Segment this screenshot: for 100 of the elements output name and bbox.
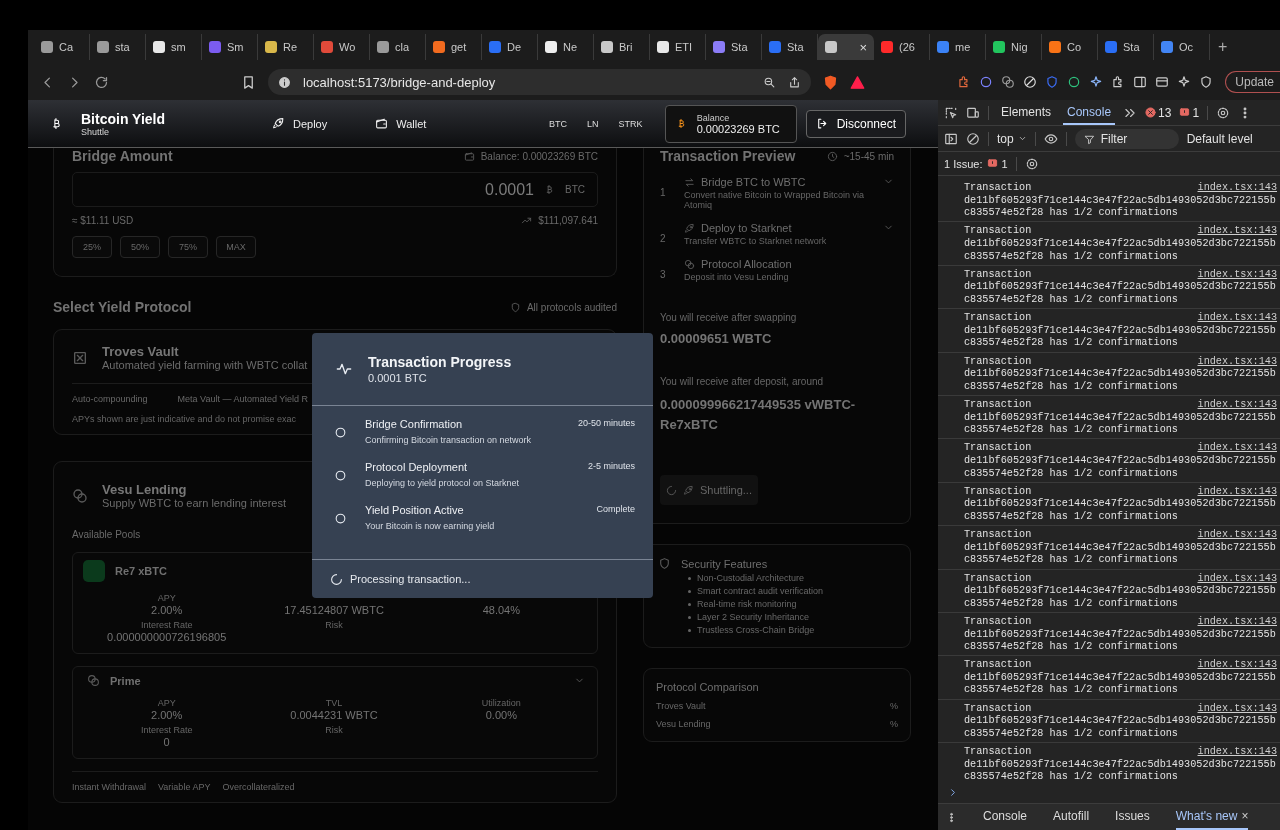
step-time: 20-50 minutes	[577, 418, 635, 428]
stat-label: Utilization	[481, 698, 521, 709]
stat-value: 0.0044231 WBTC	[290, 709, 378, 721]
dialog-amount: 0.0001 BTC	[368, 372, 428, 384]
console-message: de11bf605293f71ce144c3e47f22ac5db1493052d3bc722155bc835574e52f28 has 1/2 confirmations	[964, 281, 1276, 307]
console-message: Transaction	[964, 529, 1032, 542]
app-subtitle: Shuttle	[81, 126, 111, 137]
protocol-value: %	[890, 719, 898, 729]
stat-value: 2.00%	[151, 604, 183, 616]
console-message: Transaction	[964, 702, 1032, 715]
section-title: Select Yield Protocol	[53, 299, 192, 315]
console-message: Transaction	[964, 268, 1032, 281]
feature-tag: Variable APY	[158, 782, 211, 792]
stat-label: TVL	[325, 698, 343, 709]
step-title: Yield Position Active	[365, 504, 465, 516]
step-time: Complete	[596, 504, 635, 514]
step-title: Protocol Allocation	[701, 258, 792, 270]
feature-tag: Instant Withdrawal	[72, 782, 147, 792]
receive-amount: 0.000099966217449535 vWBTC-Re7xBTC	[660, 396, 857, 434]
stat-value: 48.04%	[482, 604, 520, 616]
console-message: de11bf605293f71ce144c3e47f22ac5db1493052d3bc722155bc835574e52f28 has 1/2 confirmations	[964, 671, 1276, 698]
feature-tag: Overcollateralized	[222, 782, 295, 792]
step-description: Deploying to yield protocol on Starknet	[365, 478, 521, 488]
feature-text: Non-Custodial Architecture	[697, 573, 805, 583]
receive-label: You will receive after deposit, around	[660, 376, 825, 387]
console-message: Transaction	[964, 442, 1032, 455]
step-description: Convert native Bitcoin to Wrapped Bitcoin via Atomiq	[684, 190, 865, 210]
stat-label: APY	[157, 593, 176, 604]
console-message: Transaction	[964, 485, 1032, 498]
console-message: de11bf605293f71ce144c3e47f22ac5db1493052d3bc722155bc835574e52f28 has 1/2 confirmations	[964, 628, 1276, 654]
console-message: de11bf605293f71ce144c3e47f22ac5db1493052d3bc722155bc835574e52f28 has 1/2 confirmations	[964, 368, 1276, 394]
app-title: Bitcoin Yield	[81, 110, 165, 127]
step-description: Confirming Bitcoin transaction on network	[365, 435, 533, 445]
protocol-name: Troves Vault	[656, 701, 706, 711]
protocol-name: Vesu Lending	[656, 719, 711, 729]
console-message: Transaction	[964, 312, 1032, 325]
protocol-title: Troves Vault	[102, 344, 180, 359]
step-title: Bridge BTC to WBTC	[701, 176, 806, 188]
disclaimer-text: APYs shown are just indicative and do not promise exac	[72, 414, 297, 424]
stat-label: Risk	[325, 725, 343, 736]
protocol-description: Supply WBTC to earn lending interest	[102, 497, 287, 509]
console-message: Transaction	[964, 659, 1032, 672]
stat-value: 2.00%	[151, 709, 183, 721]
receive-label: You will receive after swapping	[660, 312, 798, 323]
console-message: de11bf605293f71ce144c3e47f22ac5db1493052d3bc722155bc835574e52f28 has 1/2 confirmations	[964, 324, 1276, 350]
btc-price: $111,097.641	[538, 215, 598, 226]
protocol-description: Automated yield farming with WBTC collat	[102, 359, 308, 371]
step-number: 3	[660, 269, 667, 280]
usd-value: ≈ $11.11 USD	[72, 215, 134, 226]
console-message: de11bf605293f71ce144c3e47f22ac5db1493052d3bc722155bc835574e52f28 has 1/2 confirmations	[964, 585, 1276, 611]
balance-label: Balance	[696, 112, 731, 123]
step-time: 2-5 minutes	[587, 461, 635, 471]
feature-tag: Meta Vault — Automated Yield R	[177, 394, 308, 404]
status-text: Processing transaction...	[350, 573, 471, 585]
stat-label: Risk	[325, 620, 343, 631]
console-message: Transaction	[964, 572, 1032, 585]
protocol-value: %	[890, 701, 898, 711]
feature-text: Smart contract audit verification	[697, 586, 824, 596]
url-text: localhost:5173/bridge-and-deploy	[303, 74, 496, 90]
console-message: de11bf605293f71ce144c3e47f22ac5db1493052d3bc722155bc835574e52f28 has 1/2 confirmations	[964, 411, 1276, 437]
stat-label: Interest Rate	[140, 620, 193, 631]
feature-tag: Auto-compounding	[72, 394, 148, 404]
console-message: Transaction	[964, 615, 1032, 629]
step-title: Protocol Deployment	[365, 461, 469, 473]
card-title: Protocol Comparison	[656, 681, 760, 693]
console-message: de11bf605293f71ce144c3e47f22ac5db1493052d3bc722155bc835574e52f28 has 1/2 confirmations	[964, 238, 1276, 264]
pool-name: Prime	[110, 674, 141, 687]
console-message: de11bf605293f71ce144c3e47f22ac5db1493052d3bc722155bc835574e52f28 has 1/2 confirmations	[964, 715, 1276, 741]
console-message: de11bf605293f71ce144c3e47f22ac5db1493052d3bc722155bc835574e52f28 has 1/2 confirmations	[964, 541, 1276, 567]
step-number: 1	[660, 187, 667, 198]
step-description: Transfer WBTC to Starknet network	[684, 236, 828, 246]
step-title: Deploy to Starknet	[701, 222, 792, 234]
console-message: Transaction	[964, 225, 1032, 238]
stat-value: 0.00%	[485, 709, 517, 721]
console-message: Transaction	[964, 355, 1032, 368]
stat-value: 17.45124807 WBTC	[284, 604, 384, 616]
stat-label: APY	[157, 698, 176, 709]
console-message: de11bf605293f71ce144c3e47f22ac5db1493052d3bc722155bc835574e52f28 has 1/2 confirmations	[964, 758, 1276, 781]
console-message: de11bf605293f71ce144c3e47f22ac5db1493052d3bc722155bc835574e52f28 has 1/2 confirmations	[964, 498, 1276, 524]
step-description: Deposit into Vesu Lending	[684, 272, 790, 282]
pool-name: Re7 xBTC	[115, 565, 167, 577]
stat-value: 0.000000000726196805	[107, 631, 227, 643]
console-message: de11bf605293f71ce144c3e47f22ac5db1493052d3bc722155bc835574e52f28 has 1/2 confirmations	[964, 194, 1276, 220]
protocol-title: Vesu Lending	[102, 482, 188, 497]
console-message: Transaction	[964, 398, 1032, 412]
dialog-title: Transaction Progress	[368, 354, 512, 370]
card-title: Bridge Amount	[72, 148, 173, 164]
stat-label: Interest Rate	[140, 725, 193, 736]
card-title: Transaction Preview	[660, 148, 796, 164]
card-title: Security Features	[681, 557, 768, 570]
stat-value: 0	[163, 736, 170, 748]
feature-text: Layer 2 Security Inheritance	[697, 612, 810, 622]
pools-label: Available Pools	[72, 529, 141, 540]
step-title: Bridge Confirmation	[365, 418, 464, 430]
console-message: Transaction	[964, 182, 1032, 195]
audit-note: All protocols audited	[526, 301, 617, 313]
console-message: Transaction	[964, 746, 1032, 759]
feature-text: Trustless Cross-Chain Bridge	[697, 625, 815, 635]
receive-amount: 0.00009651 WBTC	[660, 331, 773, 346]
console-message: de11bf605293f71ce144c3e47f22ac5db1493052d3bc722155bc835574e52f28 has 1/2 confirmations	[964, 454, 1276, 481]
